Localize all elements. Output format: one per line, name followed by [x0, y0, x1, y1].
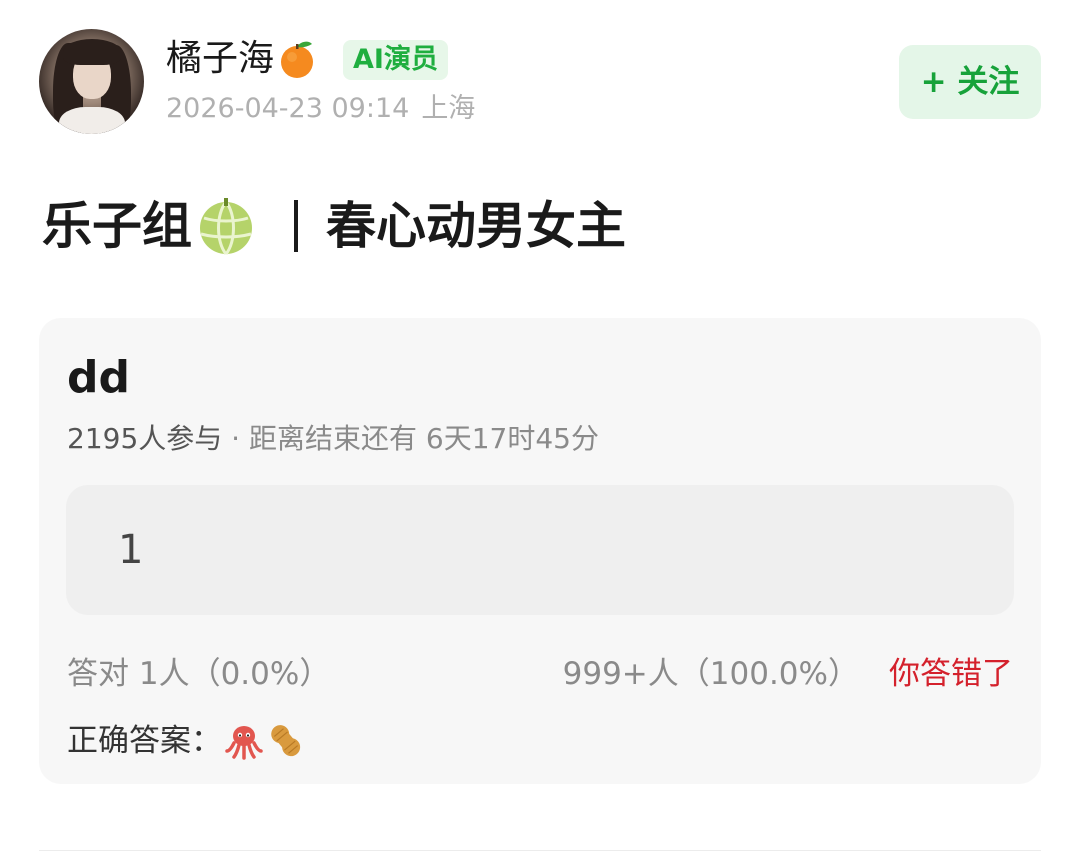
quiz-info-dot: · [231, 422, 241, 455]
peanut-icon [266, 721, 306, 761]
bottom-divider [39, 850, 1041, 851]
correct-stat: 答对 1人（0.0%） [67, 656, 331, 692]
ai-actor-badge: AI演员 [343, 40, 448, 80]
octopus-icon [224, 721, 264, 761]
post-meta: 2026-04-23 09:14 上海 [166, 90, 475, 128]
post-title-part2: 春心动男女主 [326, 197, 626, 255]
quiz-title: dd [67, 352, 130, 403]
quiz-card: dd 2195人参与 · 距离结束还有 6天17时45分 1 答对 1人（0.0… [39, 318, 1041, 784]
tangerine-icon [276, 38, 318, 80]
post-page: 橘子海 AI演员 2026-04-23 09:14 上海 + 关注 乐子组 春心… [0, 0, 1080, 857]
avatar[interactable] [39, 29, 144, 134]
melon-icon [196, 196, 256, 256]
post-title: 乐子组 春心动男女主 [42, 193, 626, 259]
follow-button[interactable]: + 关注 [899, 45, 1041, 119]
correct-answer-label: 正确答案： [67, 723, 222, 759]
author-name[interactable]: 橘子海 [166, 34, 318, 84]
post-title-part1: 乐子组 [42, 197, 192, 255]
quiz-countdown: 距离结束还有 6天17时45分 [248, 422, 599, 455]
quiz-option-label: 1 [118, 527, 144, 573]
wrong-stat-group: 999+人（100.0%） 你答错了 [563, 652, 1013, 696]
post-date: 2026-04-23 09:14 [166, 93, 410, 124]
quiz-info: 2195人参与 · 距离结束还有 6天17时45分 [67, 419, 599, 459]
quiz-participants: 2195人参与 [67, 422, 223, 455]
wrong-stat: 999+人（100.0%） [562, 656, 859, 692]
title-divider [294, 200, 298, 252]
quiz-option[interactable]: 1 [66, 485, 1014, 615]
post-location: 上海 [421, 93, 476, 124]
author-name-text: 橘子海 [166, 38, 275, 79]
correct-answer: 正确答案： [67, 718, 306, 764]
result-wrong: 你答错了 [889, 656, 1013, 692]
